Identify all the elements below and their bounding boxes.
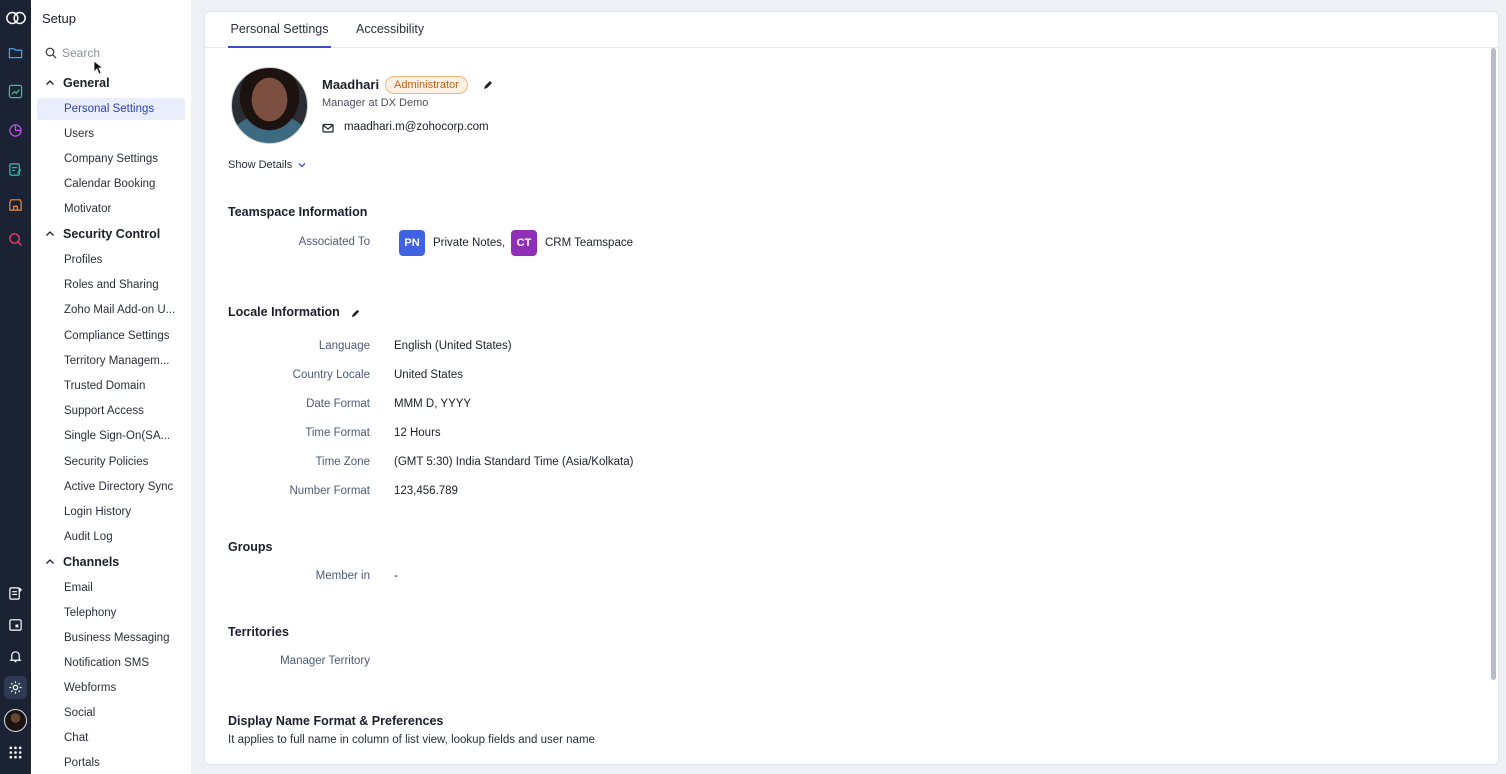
locale-value: 123,456.789 <box>394 485 458 497</box>
user-name: Maadhari <box>322 77 380 92</box>
group-label: Channels <box>63 555 120 569</box>
teamspace-name: Private Notes, <box>433 237 506 249</box>
pie-chart-icon[interactable] <box>6 121 25 140</box>
sidebar-item-support-access[interactable]: Support Access <box>37 400 185 422</box>
associated-to-label: Associated To <box>298 236 370 248</box>
locale-label: Time Format <box>305 427 370 439</box>
vertical-scrollbar[interactable] <box>1491 48 1496 680</box>
sidebar-item-compliance-settings[interactable]: Compliance Settings <box>37 325 185 347</box>
sidebar-item-portals[interactable]: Portals <box>37 752 185 774</box>
mouse-cursor-icon <box>93 60 103 75</box>
sidebar-item-notification-sms[interactable]: Notification SMS <box>37 652 185 674</box>
sidebar-item-calendar-booking[interactable]: Calendar Booking <box>37 173 185 195</box>
member-in-label: Member in <box>315 570 370 582</box>
gear-icon[interactable] <box>4 676 27 699</box>
sidebar-item-email[interactable]: Email <box>37 577 185 599</box>
user-avatar[interactable] <box>4 709 27 732</box>
teamspace-avatar: PN <box>399 230 425 256</box>
group-general[interactable]: General <box>45 76 110 90</box>
setup-search[interactable]: Search <box>45 44 185 62</box>
checklist-icon[interactable] <box>6 160 25 179</box>
add-note-icon[interactable] <box>6 584 25 603</box>
sidebar-item-single-sign-on[interactable]: Single Sign-On(SA... <box>37 425 185 447</box>
territories-heading: Territories <box>228 625 289 639</box>
calendar-icon[interactable] <box>6 615 25 634</box>
teamspace-avatar: CT <box>511 230 537 256</box>
sidebar-item-audit-log[interactable]: Audit Log <box>37 526 185 548</box>
locale-value: MMM D, YYYY <box>394 398 472 410</box>
profile-avatar[interactable] <box>231 67 308 144</box>
personal-settings-panel: Personal Settings Accessibility Maadhari… <box>204 11 1499 765</box>
display-name-note: It applies to full name in column of lis… <box>228 734 595 746</box>
setup-title: Setup <box>42 11 76 26</box>
group-label: Security Control <box>63 227 161 241</box>
edit-pencil-icon[interactable] <box>482 79 494 91</box>
group-security-control[interactable]: Security Control <box>45 227 160 241</box>
groups-heading: Groups <box>228 540 273 554</box>
locale-value: 12 Hours <box>394 427 441 439</box>
app-rail <box>0 0 31 774</box>
folder-icon[interactable] <box>6 43 25 62</box>
sidebar-item-login-history[interactable]: Login History <box>37 501 185 523</box>
teamspace-name: CRM Teamspace <box>545 237 633 249</box>
chevron-up-icon <box>46 559 54 564</box>
sidebar-item-users[interactable]: Users <box>37 123 185 145</box>
sidebar-item-zoho-mail-addon[interactable]: Zoho Mail Add-on U... <box>37 299 185 321</box>
member-in-value: - <box>394 570 398 582</box>
teamspace-crm-teamspace[interactable]: CT CRM Teamspace <box>511 230 633 256</box>
group-label: General <box>63 76 110 90</box>
locale-label: Date Format <box>306 398 370 410</box>
sidebar-item-active-directory-sync[interactable]: Active Directory Sync <box>37 476 185 498</box>
group-channels[interactable]: Channels <box>45 555 119 569</box>
mail-icon <box>322 123 334 133</box>
chevron-down-icon <box>298 163 306 168</box>
sidebar-item-security-policies[interactable]: Security Policies <box>37 451 185 473</box>
edit-pencil-icon[interactable] <box>350 308 361 319</box>
store-icon[interactable] <box>6 195 25 214</box>
locale-label: Country Locale <box>292 369 370 381</box>
sidebar-item-company-settings[interactable]: Company Settings <box>37 148 185 170</box>
teamspace-private-notes[interactable]: PN Private Notes, <box>399 230 505 256</box>
locale-value: (GMT 5:30) India Standard Time (Asia/Kol… <box>394 456 634 468</box>
teamspace-heading: Teamspace Information <box>228 205 368 219</box>
locale-label: Language <box>318 340 370 352</box>
sidebar-item-telephony[interactable]: Telephony <box>37 602 185 624</box>
locale-label: Number Format <box>289 485 370 497</box>
locale-heading: Locale Information <box>228 305 340 319</box>
role-badge: Administrator <box>385 76 468 94</box>
locale-value: United States <box>394 369 464 381</box>
show-details-toggle[interactable]: Show Details <box>228 159 307 171</box>
bell-icon[interactable] <box>6 647 25 666</box>
display-name-heading: Display Name Format & Preferences <box>228 714 444 728</box>
tab-accessibility[interactable]: Accessibility <box>356 22 424 48</box>
user-email: maadhari.m@zohocorp.com <box>344 121 489 133</box>
sidebar-item-motivator[interactable]: Motivator <box>37 198 185 220</box>
tab-bar: Personal Settings Accessibility <box>205 12 1498 48</box>
chevron-up-icon <box>46 231 54 236</box>
sidebar-item-profiles[interactable]: Profiles <box>37 249 185 271</box>
manager-territory-label: Manager Territory <box>280 655 370 667</box>
sidebar-item-social[interactable]: Social <box>37 702 185 724</box>
search-analytics-icon[interactable] <box>6 230 25 249</box>
tab-personal-settings[interactable]: Personal Settings <box>228 22 331 48</box>
zoho-crm-logo-icon[interactable] <box>4 8 27 27</box>
setup-sidebar: Setup Search General Personal Settings U… <box>31 0 191 774</box>
role-line: Manager at DX Demo <box>322 97 429 109</box>
search-icon <box>45 47 57 59</box>
sidebar-item-territory-management[interactable]: Territory Managem... <box>37 350 185 372</box>
sidebar-item-trusted-domain[interactable]: Trusted Domain <box>37 375 185 397</box>
chevron-up-icon <box>46 80 54 85</box>
sidebar-item-personal-settings[interactable]: Personal Settings <box>37 98 185 120</box>
chart-icon[interactable] <box>6 82 25 101</box>
locale-value: English (United States) <box>394 340 512 352</box>
locale-label: Time Zone <box>315 456 370 468</box>
sidebar-item-roles-and-sharing[interactable]: Roles and Sharing <box>37 274 185 296</box>
show-details-label: Show Details <box>228 159 293 171</box>
search-input[interactable]: Search <box>62 46 100 60</box>
sidebar-item-chat[interactable]: Chat <box>37 727 185 749</box>
sidebar-item-business-messaging[interactable]: Business Messaging <box>37 627 185 649</box>
sidebar-item-webforms[interactable]: Webforms <box>37 677 185 699</box>
apps-grid-icon[interactable] <box>6 743 25 762</box>
